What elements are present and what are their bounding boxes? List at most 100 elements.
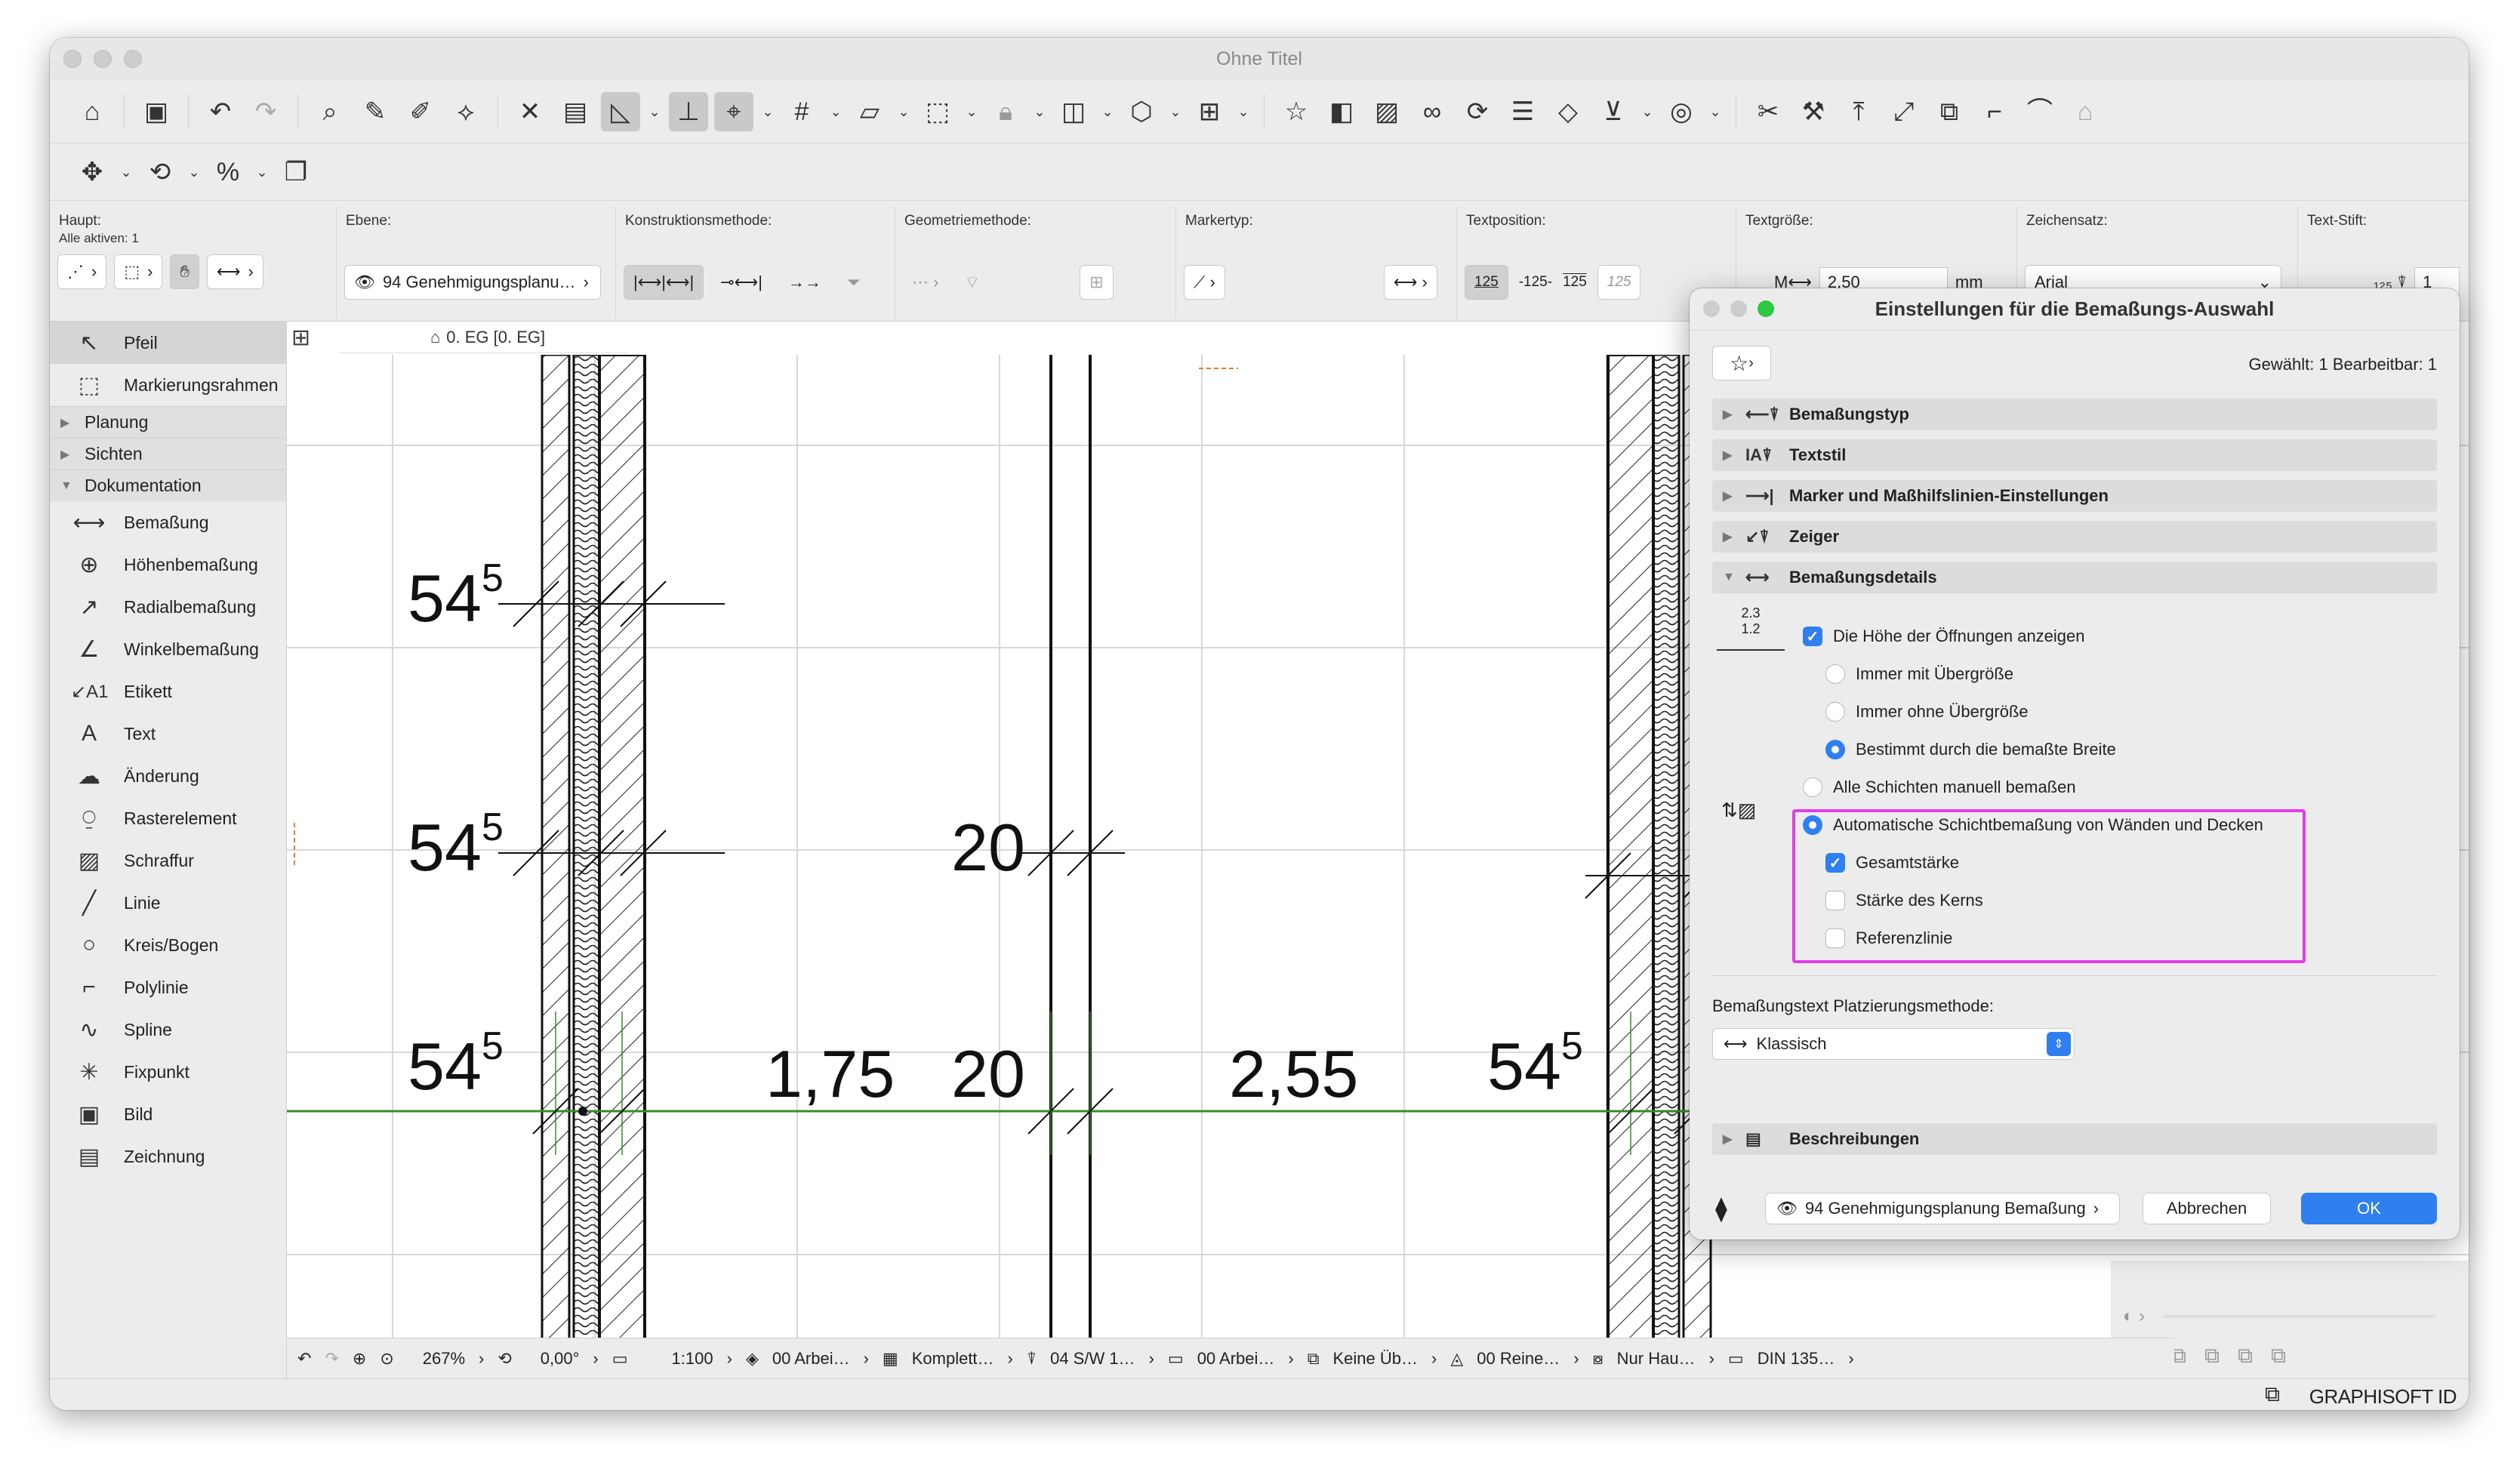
minimize-button[interactable] (94, 50, 112, 68)
resize-icon[interactable]: ⤢ (1884, 92, 1924, 131)
model-view-value[interactable]: Komplett… (912, 1349, 994, 1369)
section-bemassungstyp[interactable]: ▶ ⟵⍒ Bemaßungstyp (1712, 399, 2437, 430)
tool-spline[interactable]: ∿ Spline (50, 1009, 286, 1051)
tool-polylinie[interactable]: ⌐ Polylinie (50, 966, 286, 1009)
mirror-icon[interactable]: ✕ (510, 92, 550, 131)
fillet-icon[interactable]: ⌒ (2020, 92, 2059, 131)
angle-value[interactable]: 0,00° (541, 1349, 580, 1369)
dimension-label[interactable]: 2,55 (1229, 1036, 1358, 1113)
tool-hoehenbemassung[interactable]: ⊕ Höhenbemaßung (50, 544, 286, 586)
list-icon[interactable]: ☰ (1503, 92, 1542, 131)
split-icon[interactable]: ⧉ (1930, 92, 1969, 131)
redo-icon[interactable]: ↷ (246, 92, 285, 131)
dialog-zoom-button[interactable] (1758, 300, 1774, 317)
tool-kreis-bogen[interactable]: ○ Kreis/Bogen (50, 924, 286, 966)
guide-lines-icon[interactable]: ◺ (601, 91, 640, 131)
tool-markierungsrahmen[interactable]: ⬚ Markierungsrahmen (50, 364, 286, 406)
chevron-down-icon[interactable]: ⌄ (963, 92, 980, 131)
construction-elevation-button[interactable]: ⏷ (838, 265, 870, 300)
construction-chain-button[interactable]: ⊸⟷| (711, 265, 772, 300)
link-icon[interactable]: ∞ (1412, 92, 1452, 131)
textpos-below-button[interactable]: 125 (1563, 274, 1587, 291)
checkbox-checked[interactable]: ✓ (1803, 627, 1822, 646)
ebene-dropdown[interactable]: 👁︎ 94 Genehmigungsplanu… › (344, 265, 601, 300)
magic-wand-icon[interactable]: ⟡ (446, 92, 485, 131)
dim-standard-value[interactable]: DIN 135… (1758, 1349, 1835, 1369)
placement-dropdown[interactable]: ⟷ Klassisch ⇕ (1712, 1028, 2075, 1060)
star-icon[interactable]: ☆ (1277, 92, 1316, 131)
textpos-inline-button[interactable]: -125- (1519, 274, 1552, 291)
chevron-down-icon[interactable]: ⌄ (1167, 92, 1184, 131)
construction-linear-button[interactable]: |⟷|⟷| (624, 265, 704, 300)
tool-winkelbemassung[interactable]: ∠ Winkelbemaßung (50, 628, 286, 670)
tool-schraffur[interactable]: ▨ Schraffur (50, 839, 286, 882)
chevron-down-icon[interactable]: ⌄ (759, 92, 776, 131)
radio-immer-mit[interactable]: Immer mit Übergröße (1825, 664, 2013, 684)
group-planung[interactable]: ▶ Planung (50, 406, 286, 438)
favorites-button[interactable]: ☆ › (1712, 346, 1771, 380)
chevron-down-icon[interactable]: ⌄ (827, 92, 844, 131)
home-icon[interactable]: ⌂ (72, 92, 112, 131)
cancel-button[interactable]: Abbrechen (2143, 1193, 2271, 1224)
elevate-icon[interactable]: ⤒ (1839, 92, 1878, 131)
close-button[interactable] (63, 50, 82, 68)
radio-alle-schichten[interactable]: Alle Schichten manuell bemaßen (1803, 778, 2076, 797)
view-tab[interactable]: ⌂ 0. EG [0. EG] (340, 322, 627, 353)
chevron-down-icon[interactable]: ⌄ (1031, 92, 1048, 131)
scissors-icon[interactable]: ✂ (1748, 92, 1788, 131)
chevron-down-icon[interactable]: ⌄ (186, 152, 202, 192)
zoom-in-icon[interactable]: ⊕ (353, 1349, 366, 1369)
hand-button[interactable]: ✋︎ (170, 254, 199, 289)
dimension-label[interactable]: 545 (408, 556, 504, 637)
radio-bestimmt[interactable]: Bestimmt durch die bemaßte Breite (1825, 740, 2116, 759)
grid-icon[interactable]: # (782, 92, 821, 131)
chevron-down-icon[interactable]: ⌄ (646, 92, 663, 131)
radio-selected[interactable] (1825, 740, 1845, 759)
radio-unselected[interactable] (1825, 702, 1845, 722)
section-beschreibungen[interactable]: ▶ ▤ Beschreibungen (1712, 1123, 2437, 1155)
percent-icon[interactable]: % (208, 152, 248, 192)
redo-view-icon[interactable]: ↷ (325, 1349, 338, 1369)
show-height-option[interactable]: ✓ Die Höhe der Öffnungen anzeigen (1803, 627, 2085, 646)
construction-base-button[interactable]: →→ (779, 265, 830, 300)
chevron-down-icon[interactable]: ⌄ (1099, 92, 1116, 131)
tool-fixpunkt[interactable]: ✳ Fixpunkt (50, 1051, 286, 1093)
renovation-value[interactable]: 00 Reine… (1477, 1349, 1560, 1369)
marquee-button[interactable]: ⬚ › (114, 254, 163, 289)
tag-icon[interactable]: ◇ (1548, 92, 1588, 131)
dialog-minimize-button[interactable] (1730, 300, 1747, 317)
duplicate-icon[interactable]: ❐ (276, 152, 316, 192)
layout-icon[interactable]: ⊞ (1190, 92, 1229, 131)
group-sichten[interactable]: ▶ Sichten (50, 438, 286, 470)
dimension-type-button[interactable]: ⟷ › (207, 254, 263, 289)
tool-pfeil[interactable]: ↖ Pfeil (50, 322, 286, 364)
override-value[interactable]: Keine Üb… (1332, 1349, 1418, 1369)
window-icon[interactable]: ⧉ (2265, 1382, 2280, 1407)
eyedropper-icon[interactable]: ✎ (356, 92, 395, 131)
move-icon[interactable]: ✥ (72, 152, 112, 192)
calc-icon[interactable]: ▤ (556, 92, 595, 131)
roof-icon[interactable]: ⌂ (2066, 92, 2105, 131)
tab-grid-icon[interactable]: ⊞ (291, 325, 310, 351)
tool-linie[interactable]: ╱ Linie (50, 882, 286, 924)
dimension-label[interactable]: 545 (408, 1024, 504, 1105)
group-dokumentation[interactable]: ▼ Dokumentation (50, 470, 286, 501)
slider-track[interactable] (2164, 1315, 2435, 1318)
view-value[interactable]: 00 Arbei… (1197, 1349, 1275, 1369)
snap-points-icon[interactable]: ⌖ (714, 91, 753, 131)
zoom-button[interactable] (124, 50, 142, 68)
snap-guides-icon[interactable]: ⊥ (669, 91, 708, 131)
geometry-arc-button[interactable]: ⌔ (955, 265, 989, 300)
chevron-down-icon[interactable]: ⌄ (895, 92, 912, 131)
ok-button[interactable]: OK (2301, 1193, 2437, 1224)
corner-icon[interactable]: ⌐ (1975, 92, 2014, 131)
undo-icon[interactable]: ↶ (201, 92, 240, 131)
lock-icon[interactable]: 🔒︎ (986, 92, 1025, 131)
chevron-down-icon[interactable]: ⌄ (1639, 92, 1656, 131)
tool-bild[interactable]: ▣ Bild (50, 1093, 286, 1135)
save-icon[interactable]: ▣ (137, 92, 176, 131)
section-zeiger[interactable]: ▶ ↙⍒ Zeiger (1712, 521, 2437, 553)
geometry-grid-button[interactable]: ⋯ › (903, 265, 947, 300)
textpos-above-button[interactable]: 125 (1465, 265, 1508, 300)
tool-aenderung[interactable]: ☁ Änderung (50, 755, 286, 797)
